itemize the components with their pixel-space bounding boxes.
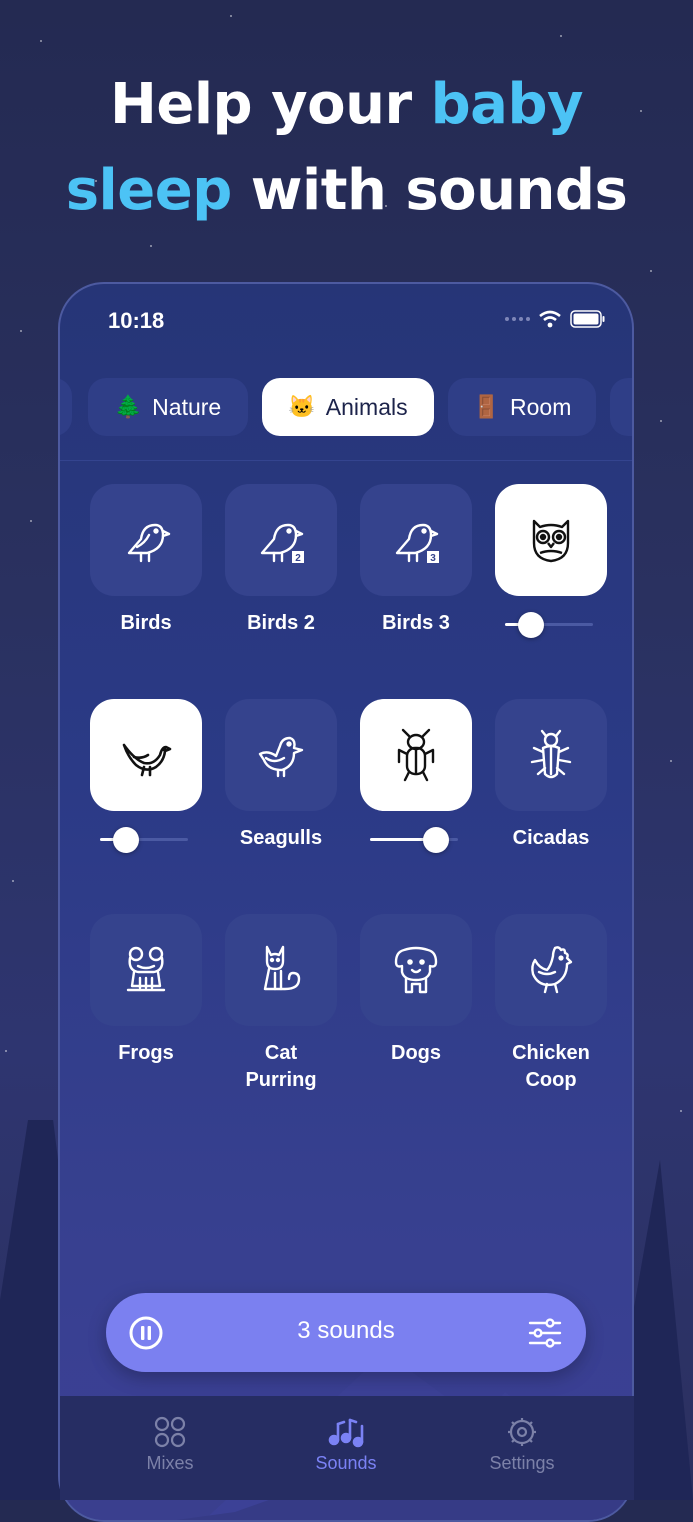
sound-button[interactable] <box>360 914 472 1026</box>
sound-tile-songbird[interactable] <box>90 699 202 855</box>
tab-animals[interactable]: 🐱 Animals <box>262 378 434 436</box>
nav-sounds[interactable]: Sounds <box>286 1416 406 1474</box>
dog-icon <box>394 946 438 994</box>
cat-icon <box>263 945 301 991</box>
tab-label: Room <box>510 393 572 420</box>
sound-tile-seagulls[interactable]: Seagulls <box>225 699 337 852</box>
mixer-icon[interactable] <box>528 1317 562 1349</box>
sound-tile-cricket[interactable] <box>360 699 472 855</box>
sound-label: Birds <box>120 612 172 634</box>
sound-tile-owl[interactable] <box>495 484 607 640</box>
sound-tile-birds[interactable]: Birds <box>90 484 202 637</box>
sounds-count: 3 sounds <box>297 1317 395 1344</box>
sound-label: Chicken Coop <box>512 1042 590 1091</box>
slider-knob[interactable] <box>518 612 545 638</box>
svg-text:3: 3 <box>430 553 436 564</box>
slider-knob[interactable] <box>113 827 140 853</box>
headline-accent: sleep <box>65 158 233 223</box>
status-icons <box>504 310 606 328</box>
seagull-icon <box>258 736 304 778</box>
slider-knob[interactable] <box>423 827 449 853</box>
tab-nature[interactable]: 🌲 Nature <box>88 378 248 436</box>
sound-label: Cicadas <box>512 827 590 849</box>
sound-label: Seagulls <box>239 827 323 849</box>
sound-button[interactable] <box>495 484 607 596</box>
sound-button[interactable] <box>90 484 202 596</box>
sound-button[interactable]: 3 <box>360 484 472 596</box>
sound-button[interactable] <box>360 699 472 811</box>
sound-tile-dogs[interactable]: Dogs <box>360 914 472 1067</box>
signal-dots-icon <box>505 317 530 321</box>
status-time: 10:18 <box>108 308 165 333</box>
sound-tile-chicken-coop[interactable]: Chicken Coop <box>495 914 607 1094</box>
sound-tile-cicadas[interactable]: Cicadas <box>495 699 607 852</box>
tab-previous-partial[interactable] <box>60 378 72 436</box>
sound-label: Frogs <box>118 1042 174 1064</box>
bird-2-icon: 2 <box>260 523 304 564</box>
door-icon: 🚪 <box>472 394 501 419</box>
sound-button[interactable] <box>495 914 607 1026</box>
wifi-icon <box>539 310 561 328</box>
bird-3-icon: 3 <box>395 523 439 564</box>
sound-label: Dogs <box>391 1042 441 1064</box>
tabs-divider <box>60 460 632 461</box>
nav-mixes[interactable]: Mixes <box>110 1416 230 1474</box>
bird-icon <box>127 523 171 563</box>
sound-button[interactable] <box>495 699 607 811</box>
sound-button[interactable]: 2 <box>225 484 337 596</box>
gear-icon <box>508 1418 536 1446</box>
tree-icon: 🌲 <box>114 394 143 419</box>
nav-label: Settings <box>489 1453 555 1473</box>
sound-button[interactable] <box>90 699 202 811</box>
tab-next-partial[interactable] <box>610 378 632 436</box>
headline-part: with sounds <box>231 158 628 223</box>
sound-button[interactable] <box>225 914 337 1026</box>
category-tabs: 🌲 Nature 🐱 Animals 🚪 Room <box>60 378 632 438</box>
tab-room[interactable]: 🚪 Room <box>448 378 596 436</box>
chicken-icon <box>531 946 573 994</box>
cat-face-icon: 🐱 <box>288 394 316 419</box>
cricket-icon <box>397 728 435 782</box>
sound-tile-frogs[interactable]: Frogs <box>90 914 202 1067</box>
sound-label: Birds 2 <box>247 612 315 634</box>
nav-settings[interactable]: Settings <box>462 1416 582 1474</box>
headline-accent: baby <box>430 72 584 137</box>
sound-button[interactable] <box>90 914 202 1026</box>
sound-tile-cat-purring[interactable]: Cat Purring <box>225 914 337 1094</box>
volume-slider[interactable] <box>360 825 472 855</box>
headline-part: Help your <box>109 72 431 137</box>
owl-icon <box>532 519 570 563</box>
volume-slider[interactable] <box>495 610 607 640</box>
sound-label: Cat Purring <box>245 1042 317 1091</box>
sound-label: Birds 3 <box>382 612 450 634</box>
sound-tile-birds-2[interactable]: 2 Birds 2 <box>225 484 337 637</box>
now-playing-bar[interactable]: 3 sounds <box>106 1293 586 1372</box>
tab-label: Nature <box>152 393 222 420</box>
sound-tile-birds-3[interactable]: 3 Birds 3 <box>360 484 472 637</box>
grid-circles-icon <box>154 1416 186 1448</box>
tab-bar: Mixes Sounds Settings <box>60 1396 634 1500</box>
headline: Help your baby sleep with sounds <box>0 62 693 234</box>
nav-label: Sounds <box>315 1453 377 1473</box>
svg-text:2: 2 <box>295 553 301 564</box>
nav-label: Mixes <box>146 1453 194 1473</box>
cicada-icon <box>530 729 572 779</box>
frog-icon <box>126 946 166 992</box>
sound-button[interactable] <box>225 699 337 811</box>
battery-icon <box>570 310 605 328</box>
music-notes-icon <box>328 1418 364 1448</box>
volume-slider[interactable] <box>90 825 202 855</box>
tab-label: Animals <box>325 393 408 420</box>
songbird-icon <box>122 743 172 777</box>
